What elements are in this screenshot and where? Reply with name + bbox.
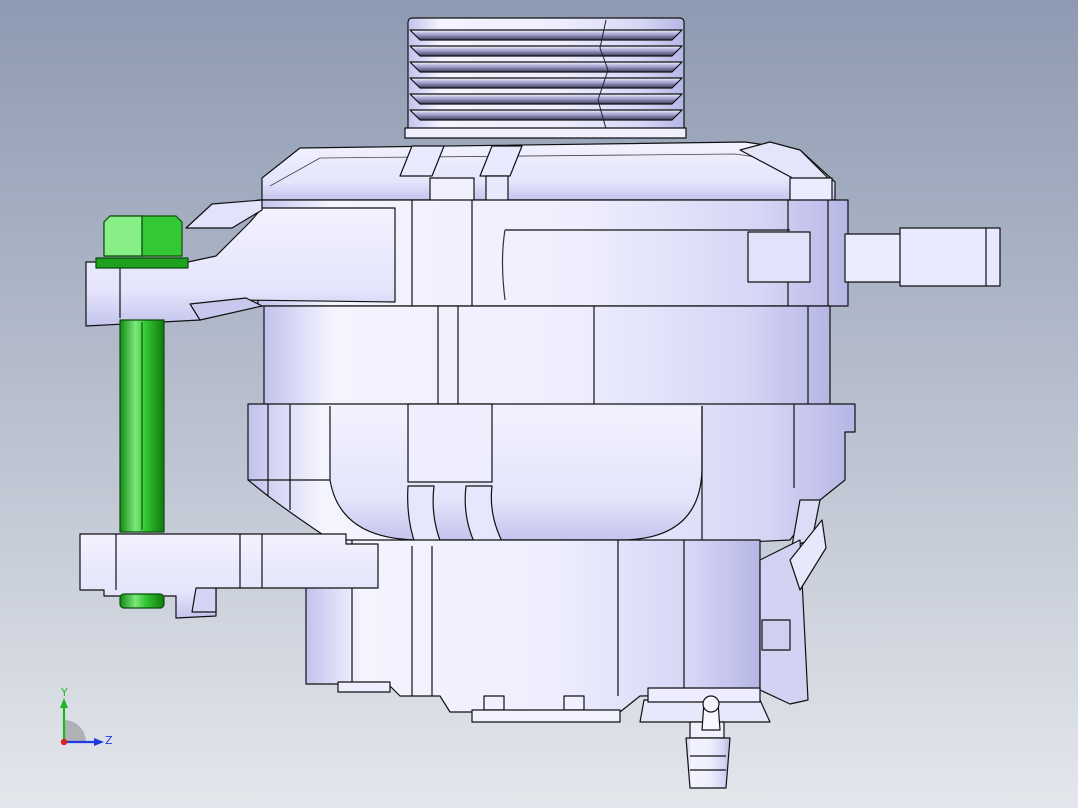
y-axis-arrow <box>60 698 68 708</box>
stator-section <box>263 305 831 407</box>
cad-viewport[interactable]: Y Z <box>0 0 1078 808</box>
coordinate-triad: Y Z <box>60 686 113 747</box>
z-axis-arrow <box>94 738 104 746</box>
front-housing <box>261 141 836 205</box>
right-terminal-bracket <box>844 227 1001 287</box>
triad-plane <box>64 720 86 742</box>
alternator-model[interactable] <box>0 0 1078 808</box>
z-axis-label: Z <box>105 734 113 747</box>
pulley <box>404 17 687 139</box>
x-axis-point <box>60 738 68 746</box>
rear-housing <box>247 403 856 553</box>
y-axis-label: Y <box>60 686 68 699</box>
